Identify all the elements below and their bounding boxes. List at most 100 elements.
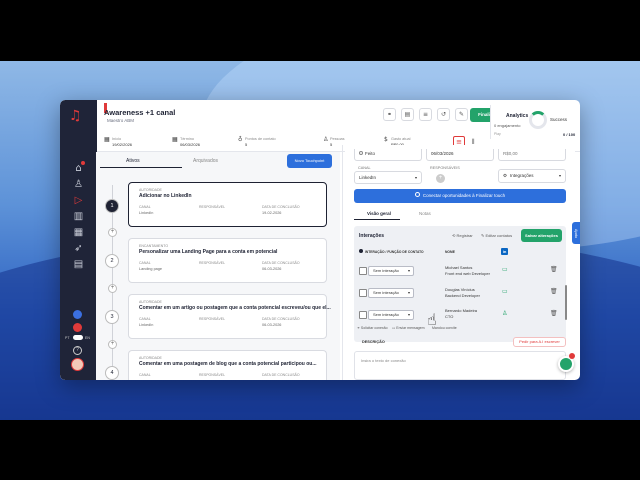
interaction-select-value: Sem interação [373,268,399,273]
edit-contacts-action[interactable]: ✎ Editar contatos [481,233,512,238]
analytics-status: Success [550,117,568,122]
analytics-title: Analytics [506,113,529,119]
radio-icon [359,151,363,155]
row-checkbox[interactable] [359,311,367,319]
tab-notas[interactable]: Notas [419,211,431,216]
canal-value: LinkedIn [359,175,377,180]
legend-connect: ⚭ Solicitar conexão [357,326,388,330]
date-field[interactable]: 06/03/2026 [426,149,494,161]
touchpoint-icon: ♁ [238,136,243,143]
interaction-select[interactable]: Sem interação ▾ [368,310,414,320]
ai-write-button[interactable]: Pedir para A.I escrever [513,337,566,347]
red-app-icon[interactable] [73,323,82,332]
interaction-select-value: Sem interação [373,290,399,295]
contact-role: Front end web Developer [445,271,490,276]
meta-label: Pontos de contato [245,137,276,141]
chevron-down-icon: ▾ [414,175,417,180]
rocket-icon[interactable]: ➶ [72,242,85,255]
chevron-down-icon: ▾ [558,173,561,178]
play-icon[interactable]: ▷ [72,194,85,207]
report-icon[interactable]: ▤ [72,258,85,271]
step-number: 4 [105,366,119,380]
row-checkbox[interactable] [359,289,367,297]
add-person-icon[interactable]: ♙ [502,310,507,317]
meta-value: 19/02/2026 [112,142,133,147]
ai-write-label: Pedir para A.I escrever [519,339,560,344]
save-changes-button[interactable]: Salvar alterações [521,229,562,242]
tab-arquivados[interactable]: Arquivados [193,158,218,164]
register-action[interactable]: ⟲ Registrar [452,233,473,238]
date-label: DATA DE CONCLUSÃO [262,205,300,209]
trash-icon[interactable]: 🗑 [550,266,558,273]
add-step-button[interactable]: + [108,284,117,293]
add-responsavel-button[interactable]: + [436,174,445,183]
filter-icon[interactable]: ≡ [419,108,432,121]
row-checkbox[interactable] [359,267,367,275]
user-icon[interactable]: ♙ [72,178,85,191]
card-date: 06-03-2026 [262,267,282,271]
tab-ativos[interactable]: Ativos [126,158,140,164]
integrations-select[interactable]: ⚙ Integrações ▾ [498,169,566,183]
message-icon[interactable]: ▭ [502,266,508,273]
card-stage: ENCANTAMENTO [139,244,169,248]
new-touchpoint-button[interactable]: Novo Touchpoint [287,154,332,168]
meta-label: Término [180,137,194,141]
message-icon[interactable]: ▭ [502,288,508,295]
page-subtitle: Maestro ABM [107,118,135,123]
engagement-label: 0 engajamento [494,123,521,128]
lang-en: EN [85,336,90,340]
touchpoint-card[interactable]: AUTORIDADE Adicionar no LinkedIn CANAL R… [128,182,327,227]
trash-icon[interactable]: 🗑 [550,288,558,295]
document-icon[interactable]: ▤ [401,108,414,121]
dollar-icon: $ [384,136,388,143]
status-field[interactable]: Feito [354,149,422,161]
card-title: Adicionar no LinkedIn [139,193,192,199]
meta-value: 06/03/2026 [180,142,201,147]
touchpoint-card[interactable]: ENCANTAMENTO Personalizar uma Landing Pa… [128,238,327,283]
date-value: 06/03/2026 [431,151,454,156]
canal-label: CANAL [358,166,371,170]
responsavel-label: RESPONSÁVEL [199,373,226,377]
edit-contacts-label: Editar contatos [485,233,513,238]
touchpoint-card[interactable]: AUTORIDADE Comentar em uma postagem de b… [128,350,327,380]
blue-app-icon[interactable] [73,310,82,319]
card-canal: Landing page [139,267,163,271]
meta-label: Gasto atual [391,137,411,141]
description-label: DESCRIÇÃO [362,340,385,344]
card-stage: AUTORIDADE [139,188,162,192]
description-placeholder: Insira o texto de conexão [361,358,406,363]
card-canal: LinkedIn [139,211,154,215]
active-tab-underline [100,167,182,168]
add-step-button[interactable]: + [108,228,117,237]
trash-icon[interactable]: 🗑 [550,310,558,317]
cost-field[interactable]: R$0,00 [498,149,566,161]
help-tab[interactable]: Ajuda [572,222,580,244]
connect-opportunities-button[interactable]: Conectar oportunidades à Finalizar touch [354,189,566,203]
canal-select[interactable]: LinkedIn ▾ [354,171,422,184]
help-tab-label: Ajuda [574,228,578,238]
history-icon[interactable]: ↺ [437,108,450,121]
card-stage: AUTORIDADE [139,356,162,360]
touchpoint-card[interactable]: AUTORIDADE Comentar em um artigo ou post… [128,294,331,339]
interaction-select[interactable]: Sem interação ▾ [368,266,414,276]
link-icon[interactable]: ⚭ [383,108,396,121]
chart-icon[interactable]: ▥ [72,210,85,223]
help-icon[interactable]: ? [73,346,82,355]
add-step-button[interactable]: + [108,340,117,349]
scrollbar[interactable] [565,285,567,320]
contact-name: Douglas Vinícius Backend Developer [445,287,480,299]
info-icon [359,249,363,253]
card-date: 19-02-2026 [262,211,282,215]
app-logo: ♫ [69,108,82,124]
language-toggle[interactable] [73,335,83,340]
avatar[interactable] [71,358,84,371]
edit-icon[interactable]: ✎ [455,108,468,121]
hand-cursor-icon: ☝ [427,310,437,329]
grid-icon[interactable]: ▦ [72,226,85,239]
contact-name-text: Michael Santos [445,265,473,270]
description-textarea[interactable]: Insira o texto de conexão [354,351,566,380]
interaction-select[interactable]: Sem interação ▾ [368,288,414,298]
legend-connect-label: Solicitar conexão [360,326,388,330]
tab-visao-geral[interactable]: Visão geral [367,211,391,216]
check-circle-icon [414,192,420,197]
